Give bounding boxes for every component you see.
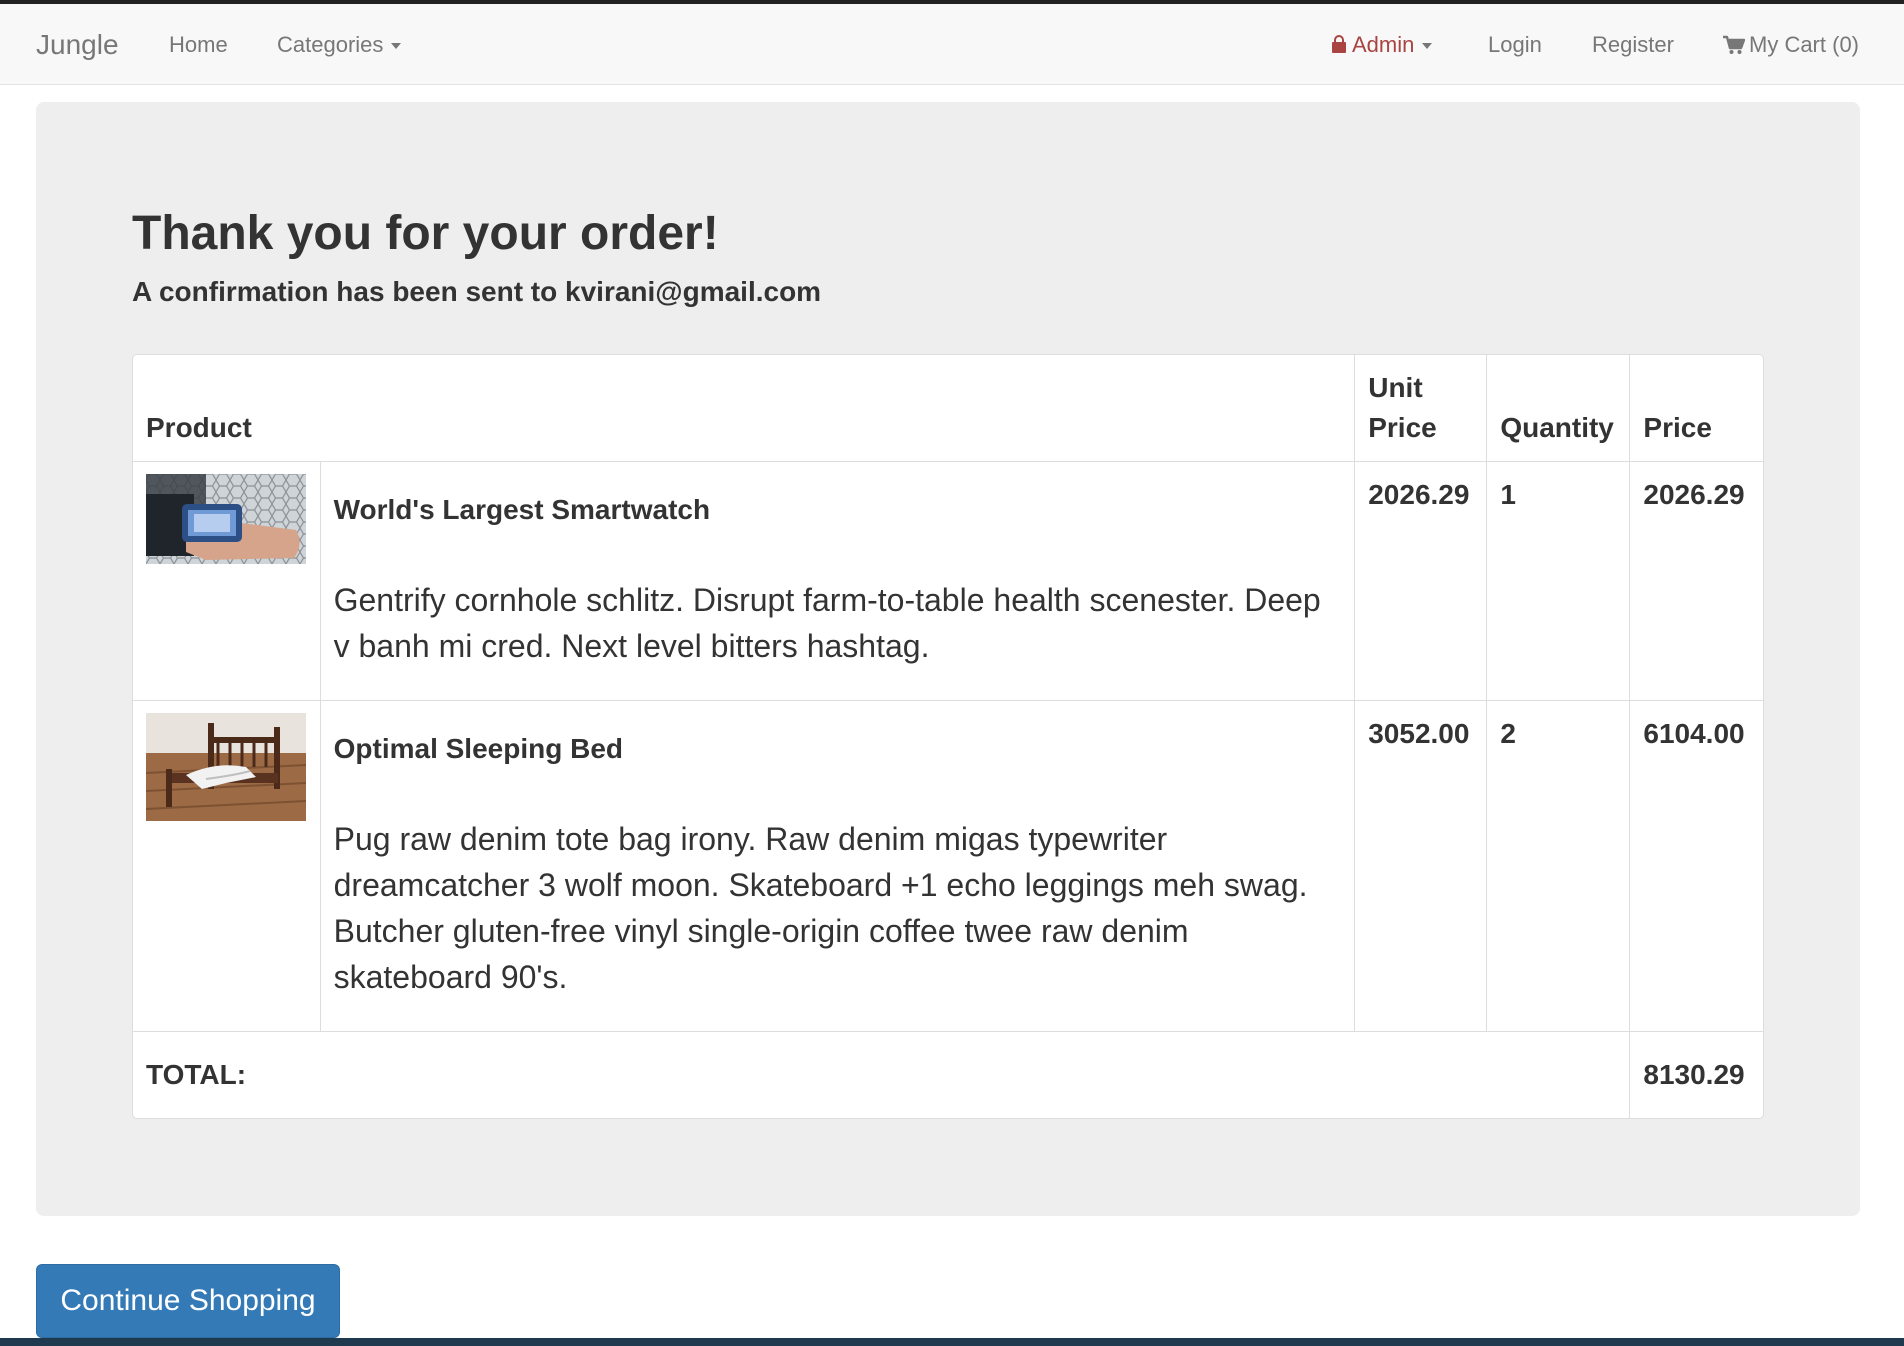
header-price: Price — [1629, 355, 1763, 462]
nav-cart[interactable]: My Cart (0) — [1723, 4, 1859, 85]
price-cell: 2026.29 — [1629, 461, 1763, 701]
smartwatch-image — [146, 474, 306, 564]
nav-home[interactable]: Home — [169, 4, 228, 85]
lock-icon — [1332, 34, 1346, 53]
nav-login[interactable]: Login — [1488, 4, 1542, 85]
caret-down-icon — [391, 42, 402, 49]
page-title: Thank you for your order! — [132, 207, 719, 260]
table-header-row: Product Unit Price Quantity Price — [133, 355, 1763, 462]
product-info-cell: Optimal Sleeping Bed Pug raw denim tote … — [319, 700, 1356, 1032]
table-row: Optimal Sleeping Bed Pug raw denim tote … — [133, 700, 1763, 1032]
categories-label: Categories — [277, 31, 384, 57]
bed-image — [146, 713, 306, 821]
header-product: Product — [133, 355, 1356, 462]
product-image-cell — [133, 461, 321, 701]
cart-label: My Cart (0) — [1749, 31, 1859, 57]
navbar: Jungle Home Categories Admin Login Regis… — [0, 4, 1904, 85]
continue-shopping-button[interactable]: Continue Shopping — [36, 1264, 340, 1338]
total-value: 8130.29 — [1629, 1031, 1763, 1118]
cart-icon — [1723, 35, 1745, 54]
caret-down-icon — [1422, 42, 1433, 49]
unit-price-cell: 2026.29 — [1354, 461, 1488, 701]
nav-admin[interactable]: Admin — [1332, 4, 1433, 85]
footer-bar — [0, 1338, 1904, 1346]
quantity-cell: 1 — [1486, 461, 1631, 701]
order-table: Product Unit Price Quantity Price World'… — [132, 354, 1764, 1119]
product-name: World's Largest Smartwatch — [333, 494, 711, 525]
total-row: TOTAL: 8130.29 — [133, 1031, 1763, 1118]
header-unit-price: Unit Price — [1354, 355, 1488, 462]
brand-link[interactable]: Jungle — [36, 4, 119, 85]
price-cell: 6104.00 — [1629, 700, 1763, 1032]
admin-label: Admin — [1352, 31, 1415, 57]
table-row: World's Largest Smartwatch Gentrify corn… — [133, 461, 1763, 701]
nav-register[interactable]: Register — [1592, 4, 1674, 85]
nav-categories[interactable]: Categories — [277, 4, 402, 85]
header-quantity: Quantity — [1486, 355, 1631, 462]
confirmation-message: A confirmation has been sent to kvirani@… — [132, 276, 822, 307]
total-label: TOTAL: — [133, 1031, 1631, 1118]
product-description: Gentrify cornhole schlitz. Disrupt farm-… — [333, 582, 1321, 664]
product-description: Pug raw denim tote bag irony. Raw denim … — [333, 821, 1308, 995]
order-confirmation-panel: Thank you for your order! A confirmation… — [36, 102, 1860, 1216]
product-image-cell — [133, 700, 321, 1032]
quantity-cell: 2 — [1486, 700, 1631, 1032]
product-info-cell: World's Largest Smartwatch Gentrify corn… — [319, 461, 1356, 701]
unit-price-cell: 3052.00 — [1354, 700, 1488, 1032]
product-name: Optimal Sleeping Bed — [333, 733, 623, 764]
